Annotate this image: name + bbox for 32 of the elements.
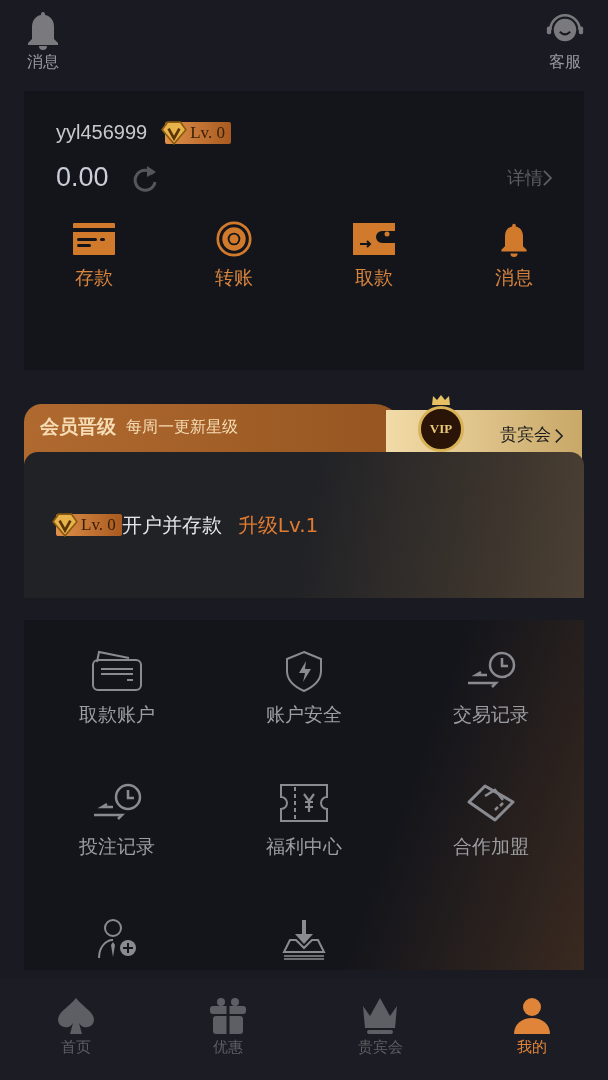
- vip-title: 会员晋级: [40, 414, 116, 439]
- gift-icon: [208, 996, 248, 1036]
- spade-icon: [56, 996, 96, 1036]
- vip-subtitle: 每周一更新星级: [126, 417, 238, 438]
- tab[interactable]: 我的: [456, 996, 608, 1066]
- chevron-icon: [543, 168, 552, 187]
- action-button[interactable]: 取款: [304, 221, 444, 291]
- menu-item[interactable]: 合作加盟: [397, 782, 584, 878]
- chevron-icon: [555, 428, 563, 444]
- menu-item[interactable]: 账户安全: [210, 650, 398, 746]
- wallet-icon: [352, 221, 396, 257]
- menu-item[interactable]: 取款账户: [24, 650, 211, 746]
- action-button[interactable]: 消息: [444, 221, 584, 291]
- action-button[interactable]: 转账: [164, 221, 304, 291]
- balance-amount: 0.00: [56, 162, 109, 193]
- menu-item[interactable]: 福利中心: [210, 782, 398, 878]
- requirement-text: 开户并存款: [121, 511, 222, 539]
- username: yyl456999: [56, 121, 148, 144]
- coupon-icon: [278, 782, 330, 824]
- menu-item[interactable]: 投注记录: [24, 782, 211, 878]
- card-icon: [91, 650, 144, 692]
- crown-icon: [360, 996, 400, 1036]
- messages-button[interactable]: 消息: [24, 10, 62, 76]
- customer-service-button[interactable]: 客服: [546, 10, 584, 76]
- user-icon: [512, 996, 552, 1036]
- next-level-text: 升级Lv.1: [237, 511, 319, 539]
- card-icon: [72, 221, 116, 257]
- vip-emblem: VIP: [418, 394, 464, 452]
- vip-club-link[interactable]: 贵宾会: [500, 423, 551, 446]
- menu-item[interactable]: 交易记录: [397, 650, 584, 746]
- action-button[interactable]: 存款: [24, 221, 164, 291]
- refresh-icon[interactable]: [132, 163, 159, 192]
